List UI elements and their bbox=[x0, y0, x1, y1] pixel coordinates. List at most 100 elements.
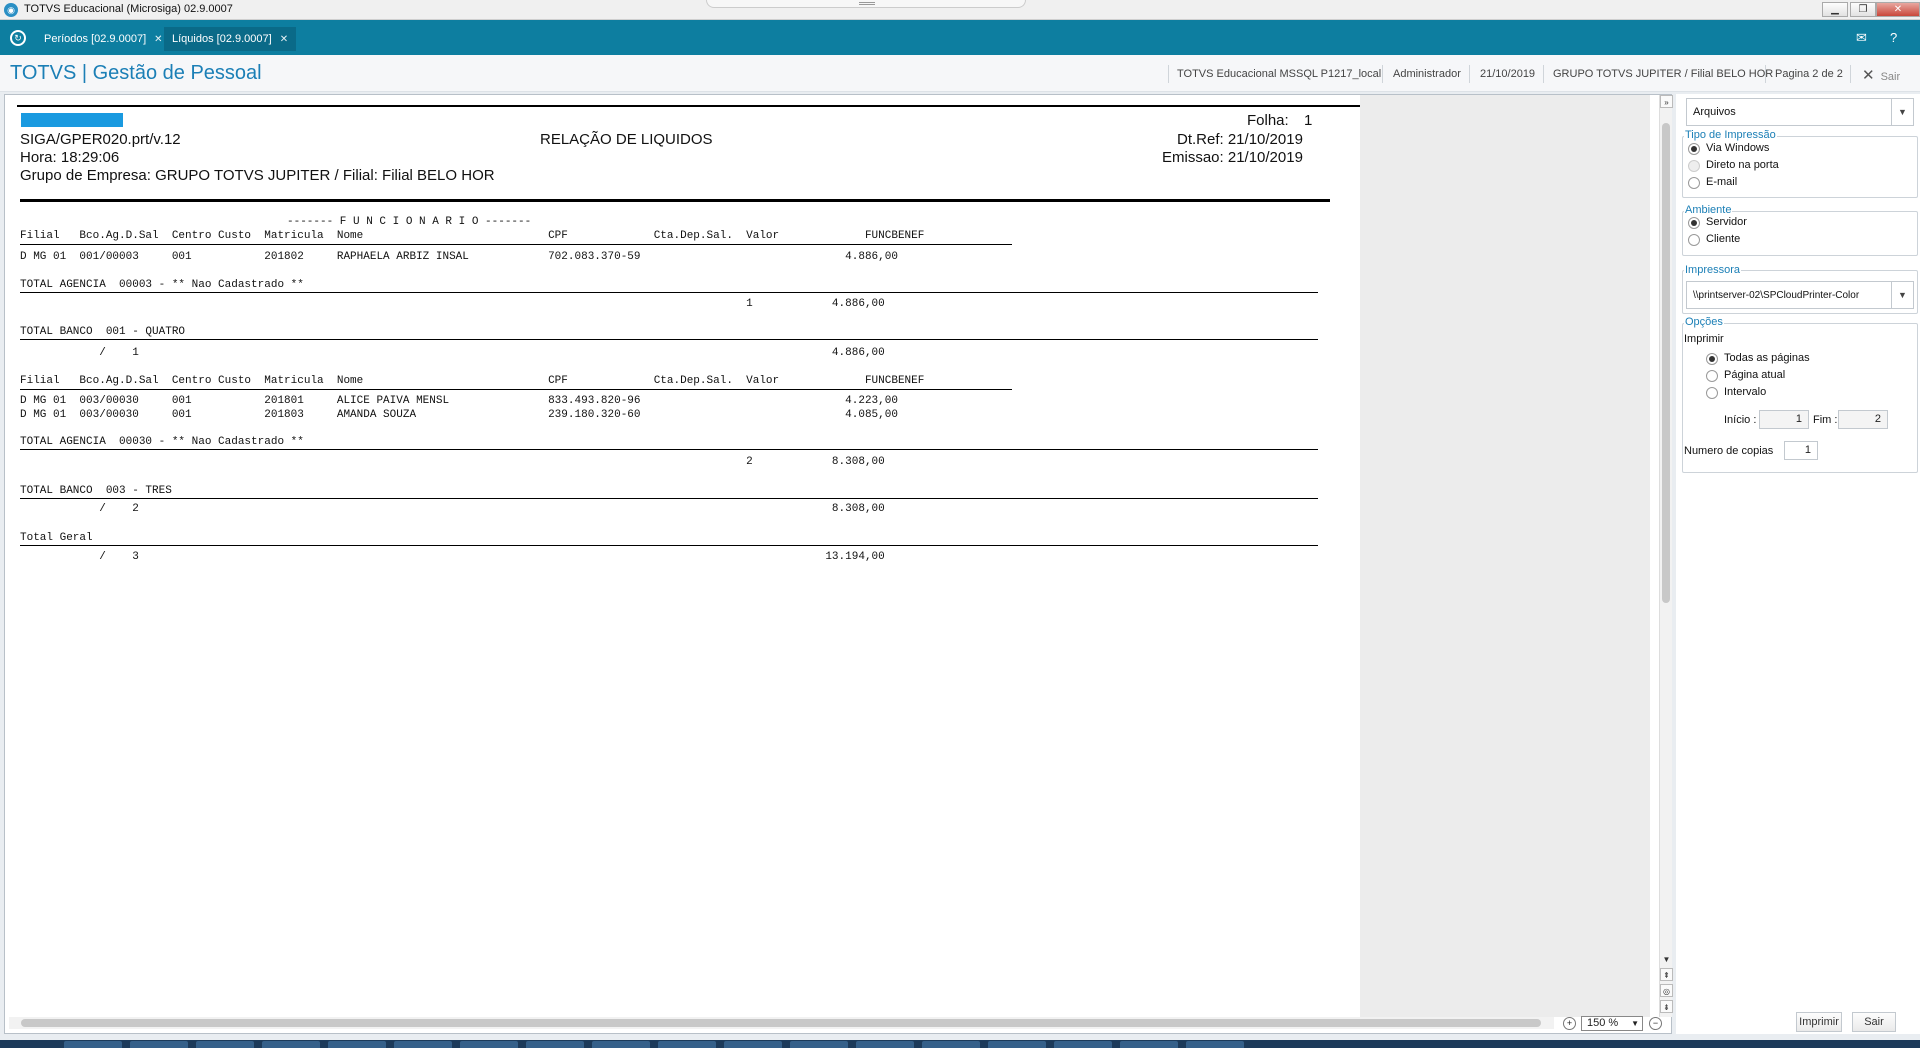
emissao: Emissao: 21/10/2019 bbox=[1162, 149, 1303, 166]
printer-title: Impressora bbox=[1684, 264, 1742, 276]
restore-button[interactable]: ❐ bbox=[1850, 2, 1876, 17]
vertical-scrollbar[interactable]: » ▼ ⇞ ◎ ⇟ bbox=[1659, 95, 1673, 1017]
print-button[interactable]: Imprimir bbox=[1796, 1012, 1842, 1032]
print-preview: Folha: 1 SIGA/GPER020.prt/v.12 RELAÇÃO D… bbox=[4, 94, 1673, 1034]
taskbar-item[interactable] bbox=[592, 1041, 650, 1048]
table-row: D MG 01 001/00003 001 201802 RAPHAELA AR… bbox=[20, 251, 898, 263]
window-title-bar: ◉ TOTVS Educacional (Microsiga) 02.9.000… bbox=[0, 0, 1920, 20]
tab-periodos[interactable]: Períodos [02.9.0007] ✕ bbox=[36, 27, 171, 51]
column-header: Filial Bco.Ag.D.Sal Centro Custo Matricu… bbox=[20, 230, 925, 242]
report-page: Folha: 1 SIGA/GPER020.prt/v.12 RELAÇÃO D… bbox=[17, 105, 1362, 1015]
tab-bar: ↻ Períodos [02.9.0007] ✕ Líquidos [02.9.0… bbox=[0, 20, 1920, 55]
chevron-down-icon: ▼ bbox=[1891, 99, 1913, 125]
minimize-button[interactable]: ▁ bbox=[1822, 2, 1848, 17]
inicio-label: Início : bbox=[1724, 414, 1757, 426]
program-name: SIGA/GPER020.prt/v.12 bbox=[20, 131, 181, 148]
close-tab-icon[interactable]: ✕ bbox=[154, 34, 162, 45]
grupo-empresa: Grupo de Empresa: GRUPO TOTVS JUPITER / … bbox=[20, 167, 495, 184]
chevron-down-icon: ▼ bbox=[1631, 1019, 1639, 1028]
column-header: Filial Bco.Ag.D.Sal Centro Custo Matricu… bbox=[20, 375, 925, 387]
environment-label: TOTVS Educacional MSSQL P1217_local bbox=[1177, 68, 1382, 80]
window-title: TOTVS Educacional (Microsiga) 02.9.0007 bbox=[24, 3, 233, 15]
taskbar-item[interactable] bbox=[526, 1041, 584, 1048]
taskbar-item[interactable] bbox=[988, 1041, 1046, 1048]
taskbar-item[interactable] bbox=[1054, 1041, 1112, 1048]
environment-title: Ambiente bbox=[1684, 204, 1733, 216]
taskbar-item[interactable] bbox=[856, 1041, 914, 1048]
os-taskbar bbox=[0, 1040, 1920, 1048]
chevron-down-icon: ▼ bbox=[1891, 282, 1913, 308]
preview-background bbox=[1360, 95, 1650, 1017]
taskbar-item[interactable] bbox=[262, 1041, 320, 1048]
page-indicator: Pagina 2 de 2 bbox=[1775, 68, 1843, 80]
taskbar-item[interactable] bbox=[460, 1041, 518, 1048]
total-banco-label: TOTAL BANCO 001 - QUATRO bbox=[20, 326, 186, 338]
taskbar-item[interactable] bbox=[1186, 1041, 1244, 1048]
table-row: D MG 01 003/00030 001 201803 AMANDA SOUZ… bbox=[20, 409, 898, 421]
last-page-icon[interactable]: ⇟ bbox=[1660, 1000, 1673, 1013]
hora: Hora: 18:29:06 bbox=[20, 149, 120, 166]
fim-label: Fim : bbox=[1813, 414, 1838, 426]
app-header: TOTVS | Gestão de Pessoal TOTVS Educacio… bbox=[0, 55, 1920, 92]
folha-label: Folha: bbox=[1247, 112, 1289, 129]
zoom-control: + 150 % ▼ − bbox=[1561, 1016, 1671, 1031]
brand-title: TOTVS | Gestão de Pessoal bbox=[10, 62, 262, 84]
app-icon: ◉ bbox=[4, 3, 18, 17]
close-window-button[interactable]: ✕ bbox=[1876, 2, 1920, 17]
destination-select[interactable]: Arquivos ▼ bbox=[1686, 98, 1914, 126]
inicio-field[interactable]: 1 bbox=[1759, 410, 1809, 429]
total-banco-values: / 1 4.886,00 bbox=[20, 347, 885, 359]
first-page-icon[interactable]: ⇞ bbox=[1660, 968, 1673, 981]
home-icon[interactable]: ↻ bbox=[10, 30, 26, 46]
total-agencia-label: TOTAL AGENCIA 00003 - ** Nao Cadastrado … bbox=[20, 279, 304, 291]
options-title: Opções bbox=[1684, 316, 1724, 328]
scroll-thumb[interactable] bbox=[21, 1019, 1541, 1027]
total-agencia-values: 2 8.308,00 bbox=[20, 456, 885, 468]
close-tab-icon[interactable]: ✕ bbox=[280, 34, 288, 45]
total-agencia-label: TOTAL AGENCIA 00030 - ** Nao Cadastrado … bbox=[20, 436, 304, 448]
print-type-title: Tipo de Impressão bbox=[1684, 129, 1777, 141]
scroll-down-icon[interactable]: ▼ bbox=[1660, 953, 1673, 966]
zoom-select[interactable]: 150 % ▼ bbox=[1581, 1016, 1643, 1031]
drag-grip[interactable] bbox=[706, 0, 1026, 8]
horizontal-scrollbar[interactable] bbox=[9, 1017, 1554, 1029]
taskbar-item[interactable] bbox=[658, 1041, 716, 1048]
taskbar-item[interactable] bbox=[724, 1041, 782, 1048]
imprimir-label: Imprimir bbox=[1684, 333, 1724, 345]
date-label: 21/10/2019 bbox=[1480, 68, 1536, 80]
zoom-out-icon[interactable]: − bbox=[1649, 1017, 1662, 1030]
copies-label: Numero de copias bbox=[1684, 445, 1774, 457]
total-geral-label: Total Geral bbox=[20, 532, 93, 544]
zoom-in-icon[interactable]: + bbox=[1563, 1017, 1576, 1030]
total-banco-values: / 2 8.308,00 bbox=[20, 503, 885, 515]
next-page-icon[interactable]: » bbox=[1660, 95, 1673, 108]
taskbar-item[interactable] bbox=[196, 1041, 254, 1048]
help-icon[interactable]: ? bbox=[1890, 30, 1897, 45]
total-geral-values: / 3 13.194,00 bbox=[20, 551, 885, 563]
tab-liquidos[interactable]: Líquidos [02.9.0007] ✕ bbox=[164, 27, 297, 51]
folha-value: 1 bbox=[1304, 112, 1313, 129]
tab-label: Períodos [02.9.0007] bbox=[44, 33, 147, 45]
copies-field[interactable]: 1 bbox=[1784, 441, 1818, 460]
taskbar-item[interactable] bbox=[394, 1041, 452, 1048]
report-logo-bar bbox=[21, 113, 123, 127]
user-label: Administrador bbox=[1393, 68, 1461, 80]
scroll-thumb[interactable] bbox=[1662, 123, 1670, 603]
exit-button[interactable]: Sair bbox=[1852, 1012, 1896, 1032]
company-label: GRUPO TOTVS JUPITER / Filial BELO HOR bbox=[1553, 68, 1774, 80]
report-title: RELAÇÃO DE LIQUIDOS bbox=[540, 131, 713, 148]
fit-page-icon[interactable]: ◎ bbox=[1660, 984, 1673, 997]
fim-field[interactable]: 2 bbox=[1838, 410, 1888, 429]
total-banco-label: TOTAL BANCO 003 - TRES bbox=[20, 485, 172, 497]
mail-icon[interactable]: ✉ bbox=[1856, 30, 1867, 46]
tab-label: Líquidos [02.9.0007] bbox=[172, 33, 272, 45]
exit-link[interactable]: ✕ Sair bbox=[1862, 66, 1900, 84]
taskbar-item[interactable] bbox=[1120, 1041, 1178, 1048]
taskbar-item[interactable] bbox=[130, 1041, 188, 1048]
taskbar-item[interactable] bbox=[328, 1041, 386, 1048]
taskbar-item[interactable] bbox=[64, 1041, 122, 1048]
taskbar-item[interactable] bbox=[790, 1041, 848, 1048]
taskbar-item[interactable] bbox=[922, 1041, 980, 1048]
table-row: D MG 01 003/00030 001 201801 ALICE PAIVA… bbox=[20, 395, 898, 407]
printer-select[interactable]: \\printserver-02\SPCloudPrinter-Color ▼ bbox=[1686, 281, 1914, 309]
